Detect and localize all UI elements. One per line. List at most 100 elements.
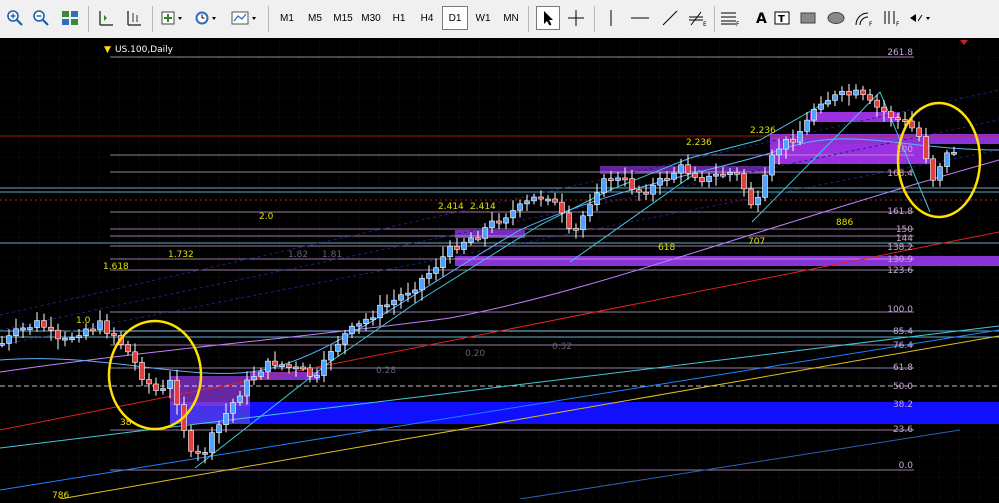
candle-bear — [923, 136, 929, 160]
zoom-out-icon[interactable] — [30, 6, 52, 30]
fibo-fan-icon[interactable]: E — [686, 6, 710, 30]
candle-bull — [223, 413, 229, 426]
candle-bear — [90, 328, 96, 332]
candle-bear — [146, 379, 152, 385]
candle-bull — [160, 388, 166, 391]
candle-bull — [461, 241, 467, 250]
candle-bear — [48, 326, 54, 331]
candle-bear — [132, 351, 138, 363]
autoscroll-icon[interactable] — [122, 6, 146, 30]
fan-label: 2.236 — [750, 126, 776, 136]
candle-bull — [587, 204, 593, 217]
candle-bear — [454, 245, 460, 250]
vertical-line-icon[interactable] — [600, 6, 622, 30]
candle-bull — [489, 220, 495, 228]
candle-bull — [321, 359, 327, 376]
candle-bear — [496, 220, 502, 224]
candle-bull — [62, 337, 68, 341]
candle-bull — [230, 402, 236, 414]
timeframe-button-m1[interactable]: M1 — [274, 6, 300, 30]
candle-bull — [671, 172, 677, 180]
candle-bear — [475, 237, 481, 241]
timeframe-button-h1[interactable]: H1 — [386, 6, 412, 30]
fan-label: 2.236 — [686, 138, 712, 148]
candle-bull — [349, 325, 355, 334]
candle-bull — [510, 210, 516, 219]
candle-bear — [867, 94, 873, 101]
label-icon[interactable]: T — [770, 6, 794, 30]
candle-bull — [426, 273, 432, 279]
trendline-icon[interactable] — [658, 6, 682, 30]
timeframe-button-w1[interactable]: W1 — [470, 6, 496, 30]
zoom-in-icon[interactable] — [4, 6, 26, 30]
candle-bear — [307, 367, 313, 377]
fan-label: 2.414 — [438, 202, 464, 212]
svg-text:A: A — [756, 11, 767, 27]
templates-icon[interactable] — [228, 6, 262, 30]
candle-bear — [664, 178, 670, 181]
candle-bear — [188, 430, 194, 452]
candle-bear — [559, 201, 565, 214]
candle-bear — [566, 212, 572, 229]
timeframe-button-d1[interactable]: D1 — [442, 6, 468, 30]
fan-label: 707 — [748, 237, 765, 247]
horizontal-line-icon[interactable] — [628, 6, 652, 30]
candle-bull — [762, 174, 768, 198]
candle-bear — [573, 227, 579, 231]
candle-bear — [860, 89, 866, 95]
fan-label: 1.81 — [322, 250, 342, 260]
rectangle-icon[interactable] — [796, 6, 820, 30]
fibo-arcs-icon[interactable]: F — [852, 6, 876, 30]
candle-bull — [545, 198, 551, 202]
chart-shift-icon[interactable] — [94, 6, 118, 30]
timeframe-button-h4[interactable]: H4 — [414, 6, 440, 30]
timeframe-button-m15[interactable]: M15 — [330, 6, 356, 30]
candle-bull — [0, 343, 5, 346]
candle-bull — [370, 317, 376, 321]
timeframe-button-mn[interactable]: MN — [498, 6, 524, 30]
candle-bear — [874, 99, 880, 108]
candle-bull — [251, 376, 257, 381]
new-order-icon[interactable] — [158, 6, 188, 30]
candle-bear — [153, 383, 159, 391]
candle-bull — [398, 294, 404, 301]
fan-label: 1.618 — [103, 262, 129, 272]
candle-bull — [27, 327, 33, 330]
timeframe-button-m5[interactable]: M5 — [302, 6, 328, 30]
candle-bull — [657, 178, 663, 186]
cursor-icon[interactable] — [536, 6, 560, 30]
timeframe-button-m30[interactable]: M30 — [358, 6, 384, 30]
candle-bull — [342, 333, 348, 345]
periods-clock-icon[interactable] — [192, 6, 222, 30]
level-label: 76.4 — [893, 341, 913, 351]
level-label: 130.9 — [887, 255, 913, 265]
level-label: 61.8 — [893, 363, 913, 373]
tile-windows-icon[interactable] — [58, 6, 82, 30]
candle-bear — [104, 320, 110, 334]
candle-bull — [265, 360, 271, 373]
candle-bull — [328, 351, 334, 361]
crosshair-icon[interactable] — [564, 6, 588, 30]
candle-bull — [20, 327, 26, 331]
candle-bear — [902, 119, 908, 122]
candle-bear — [909, 120, 915, 129]
level-label: 138.2 — [887, 243, 913, 253]
candle-bear — [538, 196, 544, 200]
candle-bear — [643, 191, 649, 195]
svg-text:F: F — [736, 21, 740, 27]
fibo-time-icon[interactable]: F — [880, 6, 904, 30]
candle-bear — [552, 198, 558, 203]
fan-label: 1.82 — [288, 250, 308, 260]
price-chart[interactable]: ▼ US.100,Daily 2.236 2.236 2.414 2.414 2… — [0, 38, 999, 501]
candle-bull — [594, 192, 600, 205]
fibo-retracement-icon[interactable]: F — [718, 6, 744, 30]
ellipse-icon[interactable] — [824, 6, 848, 30]
candle-bull — [335, 343, 341, 352]
candle-bear — [174, 379, 180, 405]
arrows-dropdown-icon[interactable] — [906, 6, 936, 30]
toolbar: E F A T F F M1 M5 M15 M30 H1 H4 D1 W1 MN — [0, 0, 999, 39]
fan-label: 0.32 — [552, 342, 572, 352]
svg-text:T: T — [778, 14, 785, 25]
candle-bull — [776, 148, 782, 156]
level-label: 50.0 — [893, 382, 913, 392]
